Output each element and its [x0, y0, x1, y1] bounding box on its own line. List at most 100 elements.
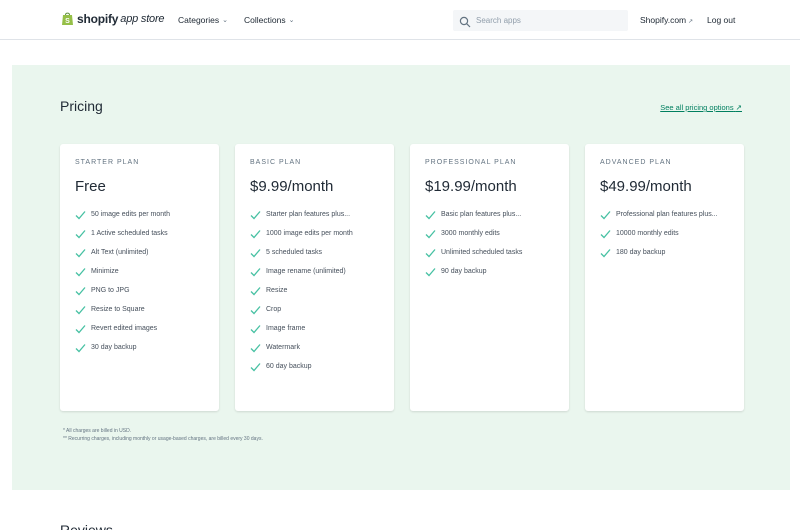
checkmark-icon	[600, 248, 611, 258]
plan-name: STARTER PLAN	[75, 159, 140, 166]
shopify-bag-icon: S	[61, 11, 74, 26]
plan-feature: Basic plan features plus...	[425, 210, 554, 220]
plan-feature-text: Crop	[266, 306, 282, 313]
pricing-card: PROFESSIONAL PLAN $19.99/month Basic plan …	[410, 144, 569, 411]
external-link-icon: ↗	[735, 103, 742, 112]
chevron-down-icon: ⌄	[222, 17, 228, 24]
plan-feature: 180 day backup	[600, 248, 729, 258]
plan-feature-text: 50 image edits per month	[91, 211, 170, 218]
plan-feature: 50 image edits per month	[75, 210, 204, 220]
checkmark-icon	[425, 210, 436, 220]
plan-price: $19.99/month	[425, 178, 517, 195]
pricing-footnotes: * All charges are billed in USD. ** Recu…	[63, 427, 263, 443]
footnote-currency: * All charges are billed in USD.	[63, 428, 132, 434]
nav-collections[interactable]: Collections ⌄	[244, 15, 294, 25]
chevron-down-icon: ⌄	[288, 17, 295, 24]
plan-feature: Crop	[250, 305, 379, 315]
plan-feature-text: Revert edited images	[91, 325, 158, 332]
checkmark-icon	[250, 343, 261, 353]
plan-feature-text: Professional plan features plus...	[616, 211, 718, 218]
footnote-billing-cycle: ** Recurring charges, including monthly …	[63, 436, 263, 442]
checkmark-icon	[250, 362, 261, 372]
search-input[interactable]	[476, 16, 616, 25]
plan-feature: Resize to Square	[75, 305, 204, 315]
pricing-card: BASIC PLAN $9.99/month Starter plan featur…	[235, 144, 394, 411]
plan-feature: 1 Active scheduled tasks	[75, 229, 204, 239]
plan-feature-text: 90 day backup	[441, 268, 487, 275]
plan-feature-text: 5 scheduled tasks	[266, 249, 323, 256]
plan-feature-text: Alt Text (unlimited)	[91, 249, 149, 256]
plan-feature-text: 30 day backup	[91, 344, 137, 351]
plan-feature-text: 1000 image edits per month	[266, 230, 353, 237]
plan-feature: Image frame	[250, 324, 379, 334]
checkmark-icon	[75, 248, 86, 258]
plan-feature: Alt Text (unlimited)	[75, 248, 204, 258]
pricing-card: ADVANCED PLAN $49.99/month Professional pl…	[585, 144, 744, 411]
plan-feature: Watermark	[250, 343, 379, 353]
plan-feature: Minimize	[75, 267, 204, 277]
pricing-section: Pricing See all pricing options ↗ STARTE…	[12, 65, 790, 490]
nav-collections-label: Collections	[244, 15, 286, 25]
plan-feature-text: 60 day backup	[266, 363, 312, 370]
checkmark-icon	[250, 324, 261, 334]
plan-feature: 5 scheduled tasks	[250, 248, 379, 258]
checkmark-icon	[600, 210, 611, 220]
pricing-card: STARTER PLAN Free 50 image edits per month…	[60, 144, 219, 411]
plan-feature: 10000 monthly edits	[600, 229, 729, 239]
plan-feature: Resize	[250, 286, 379, 296]
see-all-pricing-label: See all pricing options	[660, 103, 734, 112]
checkmark-icon	[75, 324, 86, 334]
plan-feature: 90 day backup	[425, 267, 554, 277]
plan-price: Free	[75, 178, 106, 195]
plan-feature-text: 180 day backup	[616, 249, 666, 256]
plan-feature-text: Image rename (unlimited)	[266, 268, 346, 275]
checkmark-icon	[75, 267, 86, 277]
checkmark-icon	[75, 343, 86, 353]
pricing-cards: STARTER PLAN Free 50 image edits per month…	[60, 144, 744, 411]
plan-name: ADVANCED PLAN	[600, 159, 672, 166]
external-link-icon: ↗	[688, 19, 694, 25]
checkmark-icon	[75, 305, 86, 315]
checkmark-icon	[250, 267, 261, 277]
plan-feature-text: Watermark	[266, 344, 300, 351]
search-icon	[459, 15, 471, 27]
checkmark-icon	[250, 248, 261, 258]
plan-price: $9.99/month	[250, 178, 334, 195]
plan-feature-text: Resize to Square	[91, 306, 145, 313]
logo-subtitle: app store	[120, 12, 165, 25]
shopify-com-link[interactable]: Shopify.com ↗	[640, 15, 693, 25]
plan-feature-text: Image frame	[266, 325, 306, 332]
plan-feature-text: PNG to JPG	[91, 287, 130, 294]
search-box[interactable]	[453, 10, 628, 31]
checkmark-icon	[250, 305, 261, 315]
plan-feature-text: 3000 monthly edits	[441, 230, 500, 237]
reviews-heading: Reviews	[60, 522, 113, 530]
svg-text:S: S	[65, 18, 70, 25]
plan-feature-text: Basic plan features plus...	[441, 211, 522, 218]
plan-feature: Revert edited images	[75, 324, 204, 334]
checkmark-icon	[250, 210, 261, 220]
checkmark-icon	[75, 229, 86, 239]
plan-feature-text: Starter plan features plus...	[266, 211, 351, 218]
checkmark-icon	[425, 267, 436, 277]
checkmark-icon	[75, 210, 86, 220]
plan-feature: Professional plan features plus...	[600, 210, 729, 220]
plan-feature-text: Resize	[266, 287, 288, 294]
nav-categories[interactable]: Categories ⌄	[178, 15, 228, 25]
shopify-app-store-logo[interactable]: S shopify app store	[61, 11, 165, 26]
logout-link[interactable]: Log out	[707, 15, 735, 25]
plan-feature: Image rename (unlimited)	[250, 267, 379, 277]
plan-feature: Starter plan features plus...	[250, 210, 379, 220]
plan-name: PROFESSIONAL PLAN	[425, 159, 517, 166]
pricing-title: Pricing	[60, 98, 103, 114]
checkmark-icon	[75, 286, 86, 296]
plan-feature-text: 1 Active scheduled tasks	[91, 230, 168, 237]
plan-feature-text: Minimize	[91, 268, 119, 275]
nav-categories-label: Categories	[178, 15, 220, 25]
plan-feature: 1000 image edits per month	[250, 229, 379, 239]
checkmark-icon	[250, 286, 261, 296]
see-all-pricing-link[interactable]: See all pricing options ↗	[660, 103, 742, 112]
logo-word: shopify	[77, 11, 119, 26]
plan-feature: 3000 monthly edits	[425, 229, 554, 239]
plan-feature-text: Unlimited scheduled tasks	[441, 249, 523, 256]
